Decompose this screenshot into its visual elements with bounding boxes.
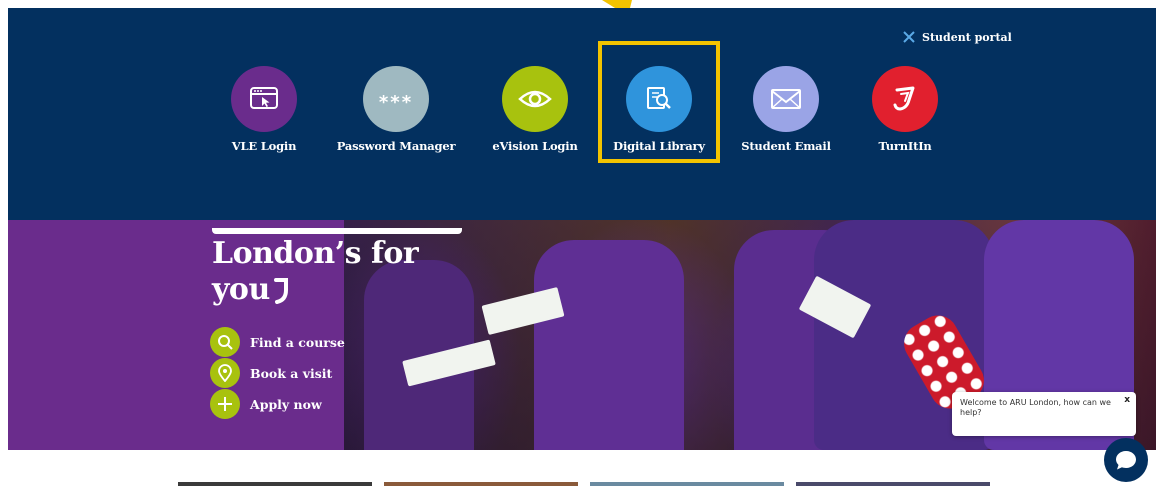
book-a-visit-button[interactable]: Book a visit: [210, 358, 332, 388]
hero-headline: London’s for you: [212, 228, 462, 308]
headline-line-2-text: you: [212, 272, 270, 307]
tile-turnitin[interactable]: TurnItIn: [840, 66, 970, 153]
student-portal-close-label: Student portal: [922, 30, 1012, 44]
browser-cursor-icon: [250, 87, 278, 109]
content-thumbnail[interactable]: [384, 482, 578, 486]
tile-label: eVision Login: [492, 139, 578, 153]
photo-person: [534, 240, 684, 450]
headline-line-2: you: [212, 272, 462, 308]
tile-vle-login[interactable]: VLE Login: [199, 66, 329, 153]
tile-label: VLE Login: [231, 139, 297, 153]
tile-circle: [502, 66, 568, 132]
plus-icon: [210, 389, 240, 419]
tile-label: Password Manager: [336, 139, 456, 153]
find-a-course-button[interactable]: Find a course: [210, 327, 345, 357]
tile-circle: [231, 66, 297, 132]
envelope-icon: [771, 89, 801, 109]
chat-bubble-icon: [1116, 451, 1136, 470]
apply-now-label: Apply now: [250, 396, 322, 412]
close-icon: [903, 31, 915, 43]
tile-student-email[interactable]: Student Email: [721, 66, 851, 153]
tile-circle: [753, 66, 819, 132]
eye-icon: [518, 90, 552, 108]
digital-library-highlight: [598, 41, 720, 163]
tile-circle: ***: [363, 66, 429, 132]
find-a-course-label: Find a course: [250, 334, 345, 350]
chat-welcome-message: Welcome to ARU London, how can we help?: [960, 398, 1111, 417]
student-portal-close-button[interactable]: Student portal: [902, 30, 1012, 44]
chat-popup-close-button[interactable]: x: [1124, 395, 1130, 405]
location-pin-icon: [210, 358, 240, 388]
headline-line-1: London’s for: [212, 236, 419, 271]
tile-circle: [872, 66, 938, 132]
content-thumbnail[interactable]: [590, 482, 784, 486]
content-thumbnail[interactable]: [796, 482, 990, 486]
book-a-visit-label: Book a visit: [250, 365, 333, 381]
chat-welcome-popup: Welcome to ARU London, how can we help? …: [952, 392, 1136, 436]
tile-evision-login[interactable]: eVision Login: [470, 66, 600, 153]
headline-cropped-line: [212, 228, 462, 236]
turnitin-logo-icon: [893, 86, 915, 111]
search-icon: [210, 327, 240, 357]
content-thumbnail[interactable]: [178, 482, 372, 486]
tile-label: Student Email: [741, 139, 831, 153]
tile-password-manager[interactable]: *** Password Manager: [331, 66, 461, 153]
password-asterisks-icon: ***: [378, 91, 414, 113]
chat-launcher-button[interactable]: [1104, 438, 1148, 482]
brand-mark-icon: [273, 278, 288, 304]
tile-label: TurnItIn: [878, 139, 932, 153]
apply-now-button[interactable]: Apply now: [210, 389, 322, 419]
